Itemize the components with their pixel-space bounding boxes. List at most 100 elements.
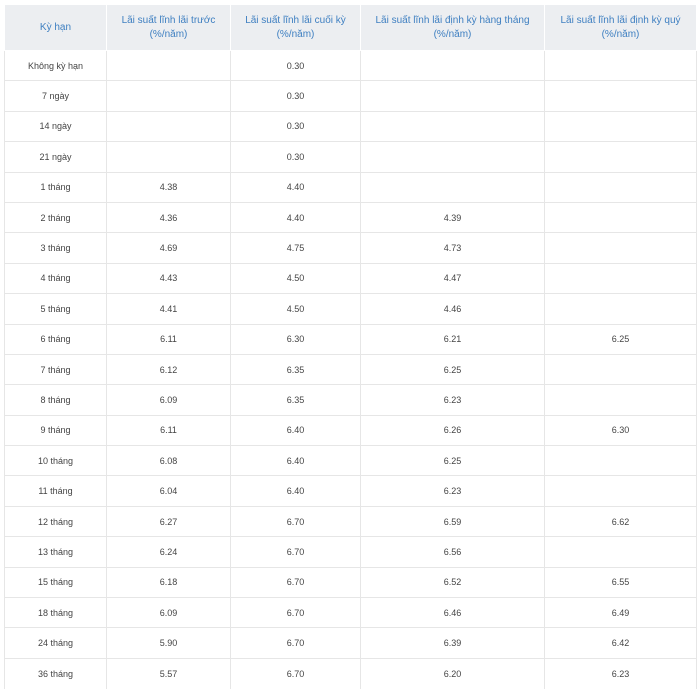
prepaid-rate-cell: 5.57 xyxy=(106,657,231,689)
table-row: 7 ngày 0.30 xyxy=(4,80,697,112)
table-row: 11 tháng 6.04 6.40 6.23 xyxy=(4,475,697,507)
monthly-rate-cell: 6.46 xyxy=(360,597,545,628)
table-row: 12 tháng 6.27 6.70 6.59 6.62 xyxy=(4,505,697,537)
quarterly-rate-cell: 6.25 xyxy=(544,323,697,355)
end-of-term-rate-cell: 4.50 xyxy=(230,293,361,325)
prepaid-rate-cell: 6.24 xyxy=(106,536,231,568)
table-row: 15 tháng 6.18 6.70 6.52 6.55 xyxy=(4,566,697,598)
table-body: Không kỳ hạn 0.30 7 ngày 0.30 14 ngày 0.30 21 … xyxy=(4,50,697,689)
quarterly-rate-cell xyxy=(544,110,697,142)
table-row: 8 tháng 6.09 6.35 6.23 xyxy=(4,384,697,416)
quarterly-rate-cell: 6.62 xyxy=(544,505,697,537)
table-row: 4 tháng 4.43 4.50 4.47 xyxy=(4,262,697,294)
quarterly-rate-cell xyxy=(544,201,697,233)
prepaid-rate-cell: 6.11 xyxy=(106,323,231,355)
prepaid-rate-cell: 4.69 xyxy=(106,232,231,264)
end-of-term-rate-cell: 6.40 xyxy=(230,414,361,446)
quarterly-rate-cell xyxy=(544,384,697,416)
prepaid-rate-cell xyxy=(106,110,231,142)
prepaid-rate-cell: 4.41 xyxy=(106,293,231,325)
header-monthly-interest: Lãi suất lĩnh lãi định kỳ hàng tháng (%/… xyxy=(360,4,545,51)
prepaid-rate-cell: 6.11 xyxy=(106,414,231,446)
quarterly-rate-cell: 6.49 xyxy=(544,597,697,628)
header-monthly-interest-label: Lãi suất lĩnh lãi định kỳ hàng tháng xyxy=(375,14,530,26)
table-row: 9 tháng 6.11 6.40 6.26 6.30 xyxy=(4,414,697,446)
monthly-rate-cell xyxy=(360,171,545,203)
end-of-term-rate-cell: 6.35 xyxy=(230,384,361,416)
header-monthly-interest-unit: (%/năm) xyxy=(433,28,472,40)
quarterly-rate-cell xyxy=(544,475,697,507)
end-of-term-rate-cell: 0.30 xyxy=(230,50,361,81)
end-of-term-rate-cell: 6.40 xyxy=(230,475,361,507)
table-row: 18 tháng 6.09 6.70 6.46 6.49 xyxy=(4,597,697,628)
header-end-of-term-interest-unit: (%/năm) xyxy=(276,28,315,40)
term-cell: 15 tháng xyxy=(4,566,107,598)
quarterly-rate-cell xyxy=(544,536,697,568)
quarterly-rate-cell xyxy=(544,50,697,81)
term-cell: 21 ngày xyxy=(4,141,107,173)
end-of-term-rate-cell: 4.40 xyxy=(230,171,361,203)
quarterly-rate-cell xyxy=(544,141,697,173)
monthly-rate-cell: 6.25 xyxy=(360,445,545,476)
term-cell: 4 tháng xyxy=(4,262,107,294)
term-cell: 36 tháng xyxy=(4,657,107,689)
monthly-rate-cell: 6.39 xyxy=(360,627,545,659)
header-prepaid-interest-label: Lãi suất lĩnh lãi trước xyxy=(121,14,216,26)
term-cell: 7 ngày xyxy=(4,80,107,112)
term-cell: Không kỳ hạn xyxy=(4,50,107,81)
monthly-rate-cell: 6.20 xyxy=(360,657,545,689)
end-of-term-rate-cell: 0.30 xyxy=(230,141,361,173)
term-cell: 12 tháng xyxy=(4,505,107,537)
term-cell: 14 ngày xyxy=(4,110,107,142)
monthly-rate-cell: 6.26 xyxy=(360,414,545,446)
monthly-rate-cell: 6.59 xyxy=(360,505,545,537)
monthly-rate-cell: 6.21 xyxy=(360,323,545,355)
monthly-rate-cell xyxy=(360,141,545,173)
prepaid-rate-cell xyxy=(106,80,231,112)
prepaid-rate-cell: 6.08 xyxy=(106,445,231,476)
end-of-term-rate-cell: 4.50 xyxy=(230,262,361,294)
term-cell: 3 tháng xyxy=(4,232,107,264)
prepaid-rate-cell: 6.09 xyxy=(106,597,231,628)
monthly-rate-cell: 6.23 xyxy=(360,384,545,416)
end-of-term-rate-cell: 6.70 xyxy=(230,566,361,598)
header-prepaid-interest-unit: (%/năm) xyxy=(149,28,188,40)
quarterly-rate-cell xyxy=(544,171,697,203)
quarterly-rate-cell: 6.55 xyxy=(544,566,697,598)
monthly-rate-cell: 4.47 xyxy=(360,262,545,294)
end-of-term-rate-cell: 6.70 xyxy=(230,657,361,689)
end-of-term-rate-cell: 6.70 xyxy=(230,627,361,659)
monthly-rate-cell: 6.25 xyxy=(360,353,545,385)
table-row: 2 tháng 4.36 4.40 4.39 xyxy=(4,201,697,233)
interest-rate-table: Kỳ hạn Lãi suất lĩnh lãi trước (%/năm) L… xyxy=(4,4,697,689)
quarterly-rate-cell xyxy=(544,353,697,385)
table-row: 1 tháng 4.38 4.40 xyxy=(4,171,697,203)
prepaid-rate-cell xyxy=(106,141,231,173)
quarterly-rate-cell xyxy=(544,445,697,476)
end-of-term-rate-cell: 6.70 xyxy=(230,505,361,537)
end-of-term-rate-cell: 6.35 xyxy=(230,353,361,385)
quarterly-rate-cell: 6.23 xyxy=(544,657,697,689)
header-prepaid-interest: Lãi suất lĩnh lãi trước (%/năm) xyxy=(106,4,231,51)
term-cell: 2 tháng xyxy=(4,201,107,233)
table-row: Không kỳ hạn 0.30 xyxy=(4,50,697,81)
term-cell: 8 tháng xyxy=(4,384,107,416)
header-quarterly-interest: Lãi suất lĩnh lãi định kỳ quý (%/năm) xyxy=(544,4,697,51)
table-row: 7 tháng 6.12 6.35 6.25 xyxy=(4,353,697,385)
end-of-term-rate-cell: 6.70 xyxy=(230,597,361,628)
prepaid-rate-cell: 6.09 xyxy=(106,384,231,416)
prepaid-rate-cell: 4.38 xyxy=(106,171,231,203)
monthly-rate-cell: 6.23 xyxy=(360,475,545,507)
end-of-term-rate-cell: 6.40 xyxy=(230,445,361,476)
term-cell: 5 tháng xyxy=(4,293,107,325)
header-end-of-term-interest-label: Lãi suất lĩnh lãi cuối kỳ xyxy=(245,14,346,26)
prepaid-rate-cell: 4.36 xyxy=(106,201,231,233)
prepaid-rate-cell xyxy=(106,50,231,81)
header-quarterly-interest-label: Lãi suất lĩnh lãi định kỳ quý xyxy=(560,14,681,26)
term-cell: 24 tháng xyxy=(4,627,107,659)
monthly-rate-cell: 6.56 xyxy=(360,536,545,568)
prepaid-rate-cell: 6.18 xyxy=(106,566,231,598)
interest-rate-table-container: Kỳ hạn Lãi suất lĩnh lãi trước (%/năm) L… xyxy=(4,4,697,689)
term-cell: 9 tháng xyxy=(4,414,107,446)
monthly-rate-cell: 4.73 xyxy=(360,232,545,264)
